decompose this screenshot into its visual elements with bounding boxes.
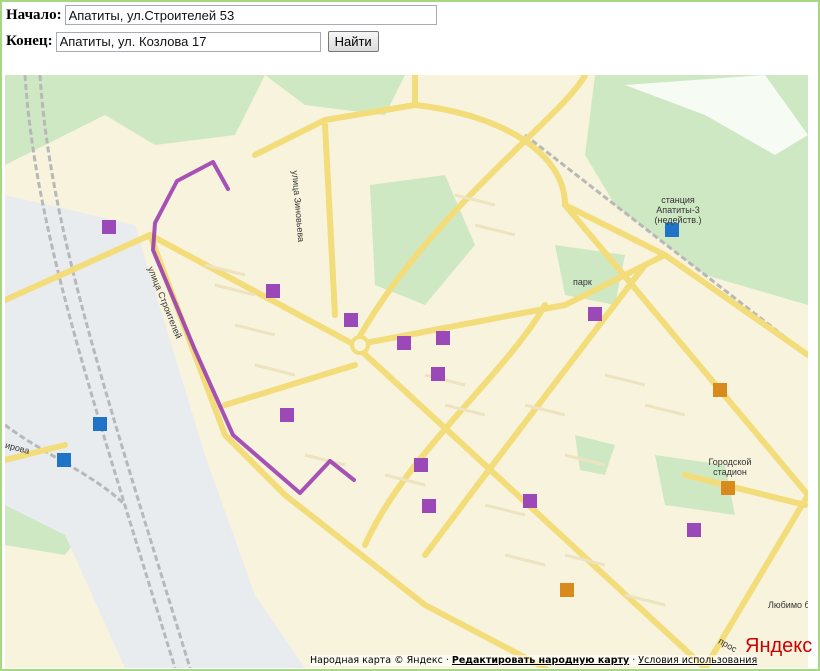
start-input[interactable]: [64, 5, 437, 25]
terms-link[interactable]: Условия использования: [638, 655, 757, 666]
find-button[interactable]: Найти: [327, 31, 379, 52]
end-input[interactable]: [55, 31, 321, 52]
map[interactable]: улица Зиновьева улица Строителей станция…: [5, 75, 808, 668]
end-row: Конец: Найти: [6, 31, 379, 52]
footer-separator: ·: [632, 655, 636, 666]
map-footer: Народная карта © Яндекс · Редактировать …: [310, 655, 758, 666]
label-station: станция Апатиты-3 (недейств.): [654, 195, 702, 225]
label-lyubimo: Любимо б: [768, 600, 808, 610]
label-park: парк: [573, 277, 592, 287]
label-stadium: Городской стадион: [708, 457, 752, 477]
start-label: Начало:: [6, 6, 62, 23]
copyright-text: Народная карта © Яндекс ·: [310, 655, 449, 666]
end-label: Конец:: [6, 33, 53, 49]
edit-map-link[interactable]: Редактировать народную карту: [452, 655, 629, 666]
map-canvas: [5, 75, 808, 668]
start-row: Начало:: [6, 5, 437, 25]
